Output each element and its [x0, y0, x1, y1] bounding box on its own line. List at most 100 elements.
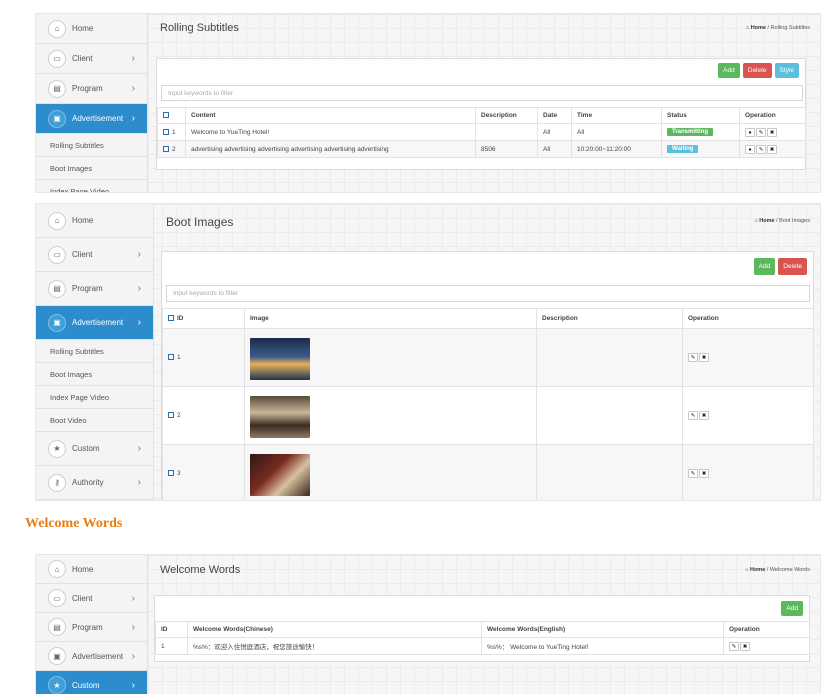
chevron-right-icon: › — [131, 83, 135, 94]
pencil-icon[interactable]: ✎ — [729, 641, 739, 651]
column-header: Welcome Words(English) — [481, 621, 724, 638]
filter-input[interactable]: Input keywords to filter — [161, 85, 803, 101]
content-cell: Welcome to YueTing Hotel! — [185, 123, 476, 141]
sidebar-sub-rolling-subtitles[interactable]: Rolling Subtitles — [36, 134, 147, 157]
sidebar: ⌂ Home ▭ Client › ▤ Program › ▣ Advertisement ›… — [36, 555, 148, 694]
user-icon[interactable]: ● — [745, 127, 755, 137]
close-icon[interactable]: ✖ — [767, 127, 777, 137]
section-heading: Welcome Words — [25, 516, 123, 531]
sidebar-item-program[interactable]: ▤ Program › — [36, 613, 147, 642]
breadcrumb-home[interactable]: Home — [751, 25, 766, 31]
row-checkbox[interactable] — [163, 128, 169, 135]
style-button[interactable]: Style — [774, 63, 799, 78]
add-button[interactable]: Add — [781, 601, 803, 616]
time-cell: All — [571, 123, 662, 141]
chevron-right-icon: › — [131, 621, 135, 633]
chevron-right-icon: › — [131, 679, 135, 691]
select-all-checkbox[interactable] — [163, 112, 169, 119]
home-icon: ⌂ — [745, 25, 750, 31]
pencil-icon[interactable]: ✎ — [756, 127, 766, 137]
boot-images-screenshot: ⌂ Home ▭ Client › ▤ Program › ▣ Advertisement ›… — [35, 203, 821, 501]
column-header: Image — [244, 308, 537, 329]
column-header: Description — [536, 308, 683, 329]
table-header-row: Content Description Date Time Status Ope… — [157, 107, 806, 124]
close-icon[interactable]: ✖ — [699, 353, 709, 362]
sidebar-sub-boot-images[interactable]: Boot Images — [36, 363, 153, 386]
sidebar-item-program[interactable]: ▤ Program › — [36, 74, 147, 104]
row-checkbox[interactable] — [163, 145, 169, 152]
breadcrumb-current: Boot Images — [779, 218, 810, 224]
page-title: Welcome Words — [160, 564, 241, 576]
column-header: Operation — [739, 107, 806, 124]
pencil-icon[interactable]: ✎ — [688, 411, 698, 420]
rolling-subtitles-screenshot: ⌂ Home ▭ Client › ▤ Program › ▣ Advertisement ›… — [35, 13, 821, 193]
column-header: Time — [571, 107, 662, 124]
pencil-icon[interactable]: ✎ — [688, 469, 698, 478]
row-checkbox[interactable] — [168, 412, 174, 419]
row-checkbox[interactable] — [168, 470, 174, 477]
delete-button[interactable]: Delete — [742, 63, 772, 78]
sidebar-item-client[interactable]: ▭ Client › — [36, 584, 147, 613]
breadcrumb-separator: / — [767, 25, 770, 31]
sidebar: ⌂ Home ▭ Client › ▤ Program › ▣ Advertisement ›… — [36, 204, 154, 500]
sidebar-item-authority[interactable]: ⚷ Authority › — [36, 466, 153, 500]
content-panel: Add ID Welcome Words(Chinese) Welcome Wo… — [154, 595, 810, 662]
sidebar-item-advertisement[interactable]: ▣ Advertisement › — [36, 642, 147, 671]
sidebar-item-client[interactable]: ▭ Client › — [36, 44, 147, 74]
user-icon[interactable]: ● — [745, 144, 755, 154]
chevron-right-icon: › — [131, 53, 135, 64]
column-header: Description — [475, 107, 538, 124]
boot-image-thumbnail — [250, 453, 310, 496]
sidebar: ⌂ Home ▭ Client › ▤ Program › ▣ Advertisement ›… — [36, 14, 148, 192]
time-cell: 10:20:00~11:20:00 — [571, 140, 662, 158]
close-icon[interactable]: ✖ — [767, 144, 777, 154]
main-content: Boot Images ⌂ Home / Boot Images Add Del… — [154, 204, 820, 500]
film-icon: ▤ — [48, 279, 66, 298]
pencil-icon[interactable]: ✎ — [688, 353, 698, 362]
sidebar-item-advertisement[interactable]: ▣ Advertisement › — [36, 104, 147, 134]
pencil-icon[interactable]: ✎ — [756, 144, 766, 154]
id-cell: 1 — [155, 637, 188, 655]
sidebar-item-client[interactable]: ▭ Client › — [36, 238, 153, 272]
close-icon[interactable]: ✖ — [699, 411, 709, 420]
description-cell: 8506 — [475, 140, 538, 158]
sidebar-item-custom[interactable]: ★ Custom › — [36, 671, 147, 694]
sidebar-item-home[interactable]: ⌂ Home — [36, 555, 147, 584]
description-cell — [475, 123, 538, 141]
home-icon: ⌂ — [745, 567, 749, 573]
sidebar-item-custom[interactable]: ★ Custom › — [36, 432, 153, 466]
chinese-cell: %s%：欢迎入住悦庭酒店，祝您旅途愉快！ — [187, 637, 482, 655]
close-icon[interactable]: ✖ — [740, 641, 750, 651]
picture-icon: ▣ — [48, 109, 66, 128]
description-cell — [536, 386, 683, 445]
home-icon: ⌂ — [48, 211, 66, 230]
date-cell: All — [537, 123, 572, 141]
add-button[interactable]: Add — [753, 258, 776, 275]
chevron-right-icon: › — [137, 249, 141, 260]
delete-button[interactable]: Delete — [778, 258, 807, 275]
sidebar-item-home[interactable]: ⌂ Home — [36, 14, 147, 44]
add-button[interactable]: Add — [718, 63, 740, 78]
row-checkbox[interactable] — [168, 354, 174, 361]
breadcrumb-home[interactable]: Home — [750, 567, 765, 573]
select-all-checkbox[interactable] — [168, 315, 174, 322]
breadcrumb-separator: / — [776, 218, 778, 224]
sidebar-item-advertisement[interactable]: ▣ Advertisement › — [36, 306, 153, 340]
page-title: Rolling Subtitles — [160, 22, 239, 34]
table-row: 2 advertising advertising advertising ad… — [157, 140, 806, 158]
toolbar: Add — [781, 601, 803, 616]
filter-input[interactable]: Input keywords to filter — [166, 285, 810, 302]
breadcrumb-home[interactable]: Home — [759, 218, 774, 224]
close-icon[interactable]: ✖ — [699, 469, 709, 478]
sidebar-sub-rolling-subtitles[interactable]: Rolling Subtitles — [36, 340, 153, 363]
star-icon: ★ — [48, 439, 66, 458]
sidebar-sub-index-page-video[interactable]: Index Page Video — [36, 180, 147, 192]
sidebar-sub-boot-video[interactable]: Boot Video — [36, 409, 153, 432]
sidebar-item-program[interactable]: ▤ Program › — [36, 272, 153, 306]
content-panel: Add Delete Style Input keywords to filte… — [156, 58, 806, 170]
sidebar-item-home[interactable]: ⌂ Home — [36, 204, 153, 238]
table-row: 1 ✎ ✖ — [162, 328, 814, 387]
home-icon: ⌂ — [48, 19, 66, 38]
sidebar-sub-boot-images[interactable]: Boot Images — [36, 157, 147, 180]
sidebar-sub-index-page-video[interactable]: Index Page Video — [36, 386, 153, 409]
